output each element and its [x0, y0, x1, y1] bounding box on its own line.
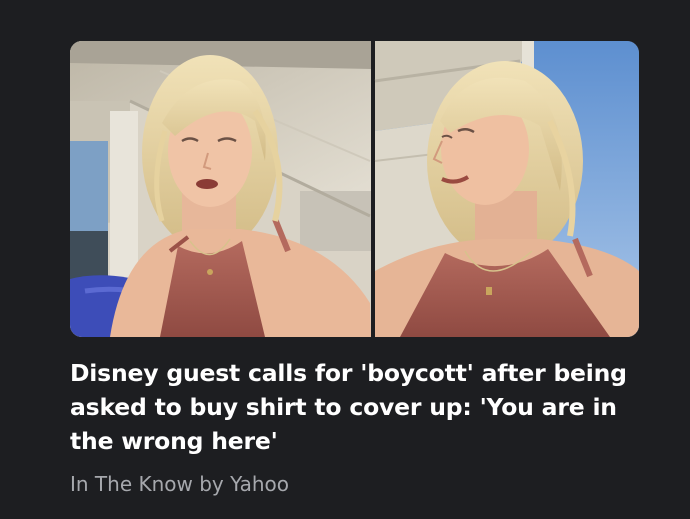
right-photo-panel	[374, 41, 639, 337]
thumbnail-image	[70, 41, 639, 337]
article-headline[interactable]: Disney guest calls for 'boycott' after b…	[70, 356, 660, 458]
article-source: In The Know by Yahoo	[70, 472, 289, 496]
news-card[interactable]: Disney guest calls for 'boycott' after b…	[0, 0, 690, 519]
article-thumbnail[interactable]	[70, 41, 639, 337]
left-photo-panel	[70, 41, 371, 337]
